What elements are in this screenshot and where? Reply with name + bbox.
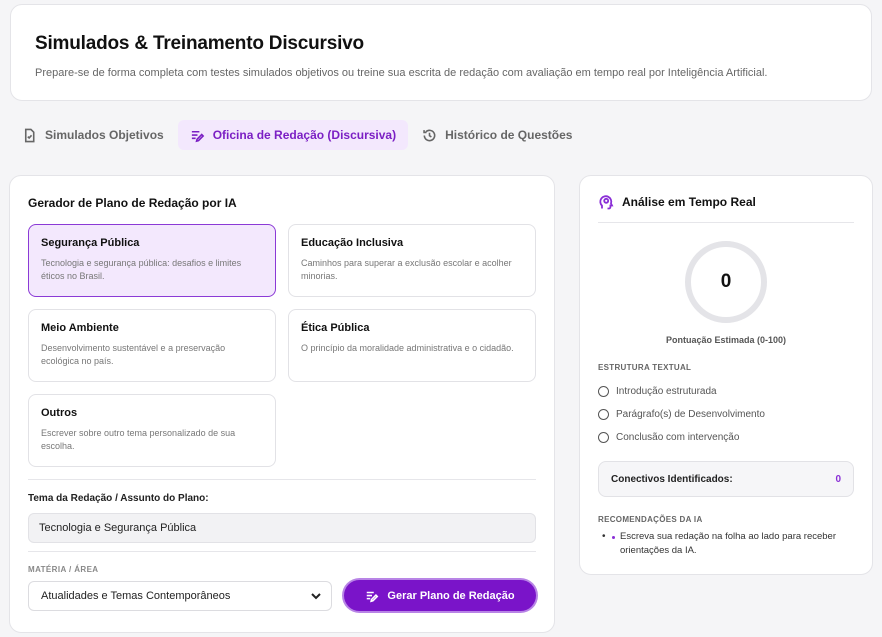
tab-label: Simulados Objetivos — [45, 128, 164, 142]
tab-oficina-redacao[interactable]: Oficina de Redação (Discursiva) — [177, 120, 409, 150]
topic-name: Educação Inclusiva — [301, 237, 404, 249]
recommendation-item: Escreva sua redação na folha ao lado par… — [598, 530, 854, 558]
page-header: Simulados & Treinamento Discursivo Prepa… — [10, 4, 872, 101]
subject-row: Atualidades e Temas Contemporâneos Gerar… — [28, 580, 536, 611]
edit-lines-icon — [191, 130, 204, 142]
analysis-title: Análise em Tempo Real — [622, 195, 756, 209]
connectives-box: Conectivos Identificados: 0 — [598, 461, 854, 497]
score-ring: 0 — [685, 241, 767, 323]
topic-name: Ética Pública — [301, 322, 370, 334]
analysis-panel: Análise em Tempo Real 0 Pontuação Estima… — [579, 175, 873, 575]
circle-icon — [598, 386, 609, 397]
chevron-down-icon — [311, 592, 321, 599]
subject-label: MATÉRIA / ÁREA — [28, 565, 99, 574]
circle-icon — [598, 409, 609, 420]
topic-description: Desenvolvimento sustentável e a preserva… — [41, 343, 226, 366]
generate-plan-button[interactable]: Gerar Plano de Redação — [344, 580, 536, 611]
tab-label: Histórico de Questões — [445, 128, 573, 142]
theme-input[interactable] — [28, 513, 536, 543]
history-icon — [423, 129, 436, 141]
score-block: 0 Pontuação Estimada (0-100) — [598, 241, 854, 345]
subject-select[interactable]: Atualidades e Temas Contemporâneos — [28, 580, 332, 611]
topic-card-meio-ambiente[interactable]: Meio Ambiente Desenvolvimento sustentáve… — [28, 309, 276, 382]
structure-item-label: Introdução estruturada — [616, 386, 717, 397]
structure-item: Introdução estruturada — [598, 380, 854, 403]
topic-description: Tecnologia e segurança pública: desafios… — [41, 258, 242, 281]
theme-label: Tema da Redação / Assunto do Plano: — [28, 493, 209, 504]
brain-head-icon — [599, 195, 614, 210]
structure-item-label: Parágrafo(s) de Desenvolvimento — [616, 409, 765, 420]
page-subtitle: Prepare-se de forma completa com testes … — [35, 67, 768, 79]
structure-title: ESTRUTURA TEXTUAL — [598, 363, 692, 372]
connectives-count: 0 — [835, 473, 841, 485]
topic-card-educacao-inclusiva[interactable]: Educação Inclusiva Caminhos para superar… — [288, 224, 536, 297]
structure-list: Introdução estruturada Parágrafo(s) de D… — [598, 380, 854, 449]
recommendations-list: Escreva sua redação na folha ao lado par… — [598, 530, 854, 558]
topic-grid: Segurança Pública Tecnologia e segurança… — [28, 224, 536, 467]
topic-card-etica-publica[interactable]: Ética Pública O princípio da moralidade … — [288, 309, 536, 382]
topic-name: Outros — [41, 407, 78, 419]
topic-card-seguranca-publica[interactable]: Segurança Pública Tecnologia e segurança… — [28, 224, 276, 297]
topic-card-outros[interactable]: Outros Escrever sobre outro tema persona… — [28, 394, 276, 467]
divider — [28, 479, 536, 480]
score-caption: Pontuação Estimada (0-100) — [665, 335, 787, 345]
topic-description: O princípio da moralidade administrativa… — [301, 343, 514, 353]
tab-simulados-objetivos[interactable]: Simulados Objetivos — [10, 120, 176, 150]
file-check-icon — [24, 128, 35, 142]
generator-title: Gerador de Plano de Redação por IA — [28, 196, 237, 210]
recommendations-title: RECOMENDAÇÕES DA IA — [598, 515, 703, 524]
connectives-label: Conectivos Identificados: — [611, 473, 733, 485]
topic-description: Escrever sobre outro tema personalizado … — [41, 428, 236, 451]
topic-name: Meio Ambiente — [41, 322, 119, 334]
divider — [28, 551, 536, 552]
structure-item: Conclusão com intervenção — [598, 426, 854, 449]
tab-label: Oficina de Redação (Discursiva) — [212, 128, 397, 142]
analysis-header: Análise em Tempo Real — [598, 194, 854, 223]
circle-icon — [598, 432, 609, 443]
generator-panel: Gerador de Plano de Redação por IA Segur… — [9, 175, 555, 633]
structure-item: Parágrafo(s) de Desenvolvimento — [598, 403, 854, 426]
topic-description: Caminhos para superar a exclusão escolar… — [301, 258, 512, 281]
generate-plan-label: Gerar Plano de Redação — [387, 589, 515, 602]
page-title: Simulados & Treinamento Discursivo — [35, 33, 364, 54]
subject-select-value: Atualidades e Temas Contemporâneos — [41, 589, 231, 602]
structure-item-label: Conclusão com intervenção — [616, 432, 740, 443]
edit-lines-icon — [367, 591, 379, 602]
tab-bar: Simulados Objetivos Oficina de Redação (… — [10, 120, 584, 150]
tab-historico-questoes[interactable]: Histórico de Questões — [410, 120, 584, 150]
topic-name: Segurança Pública — [41, 237, 140, 249]
